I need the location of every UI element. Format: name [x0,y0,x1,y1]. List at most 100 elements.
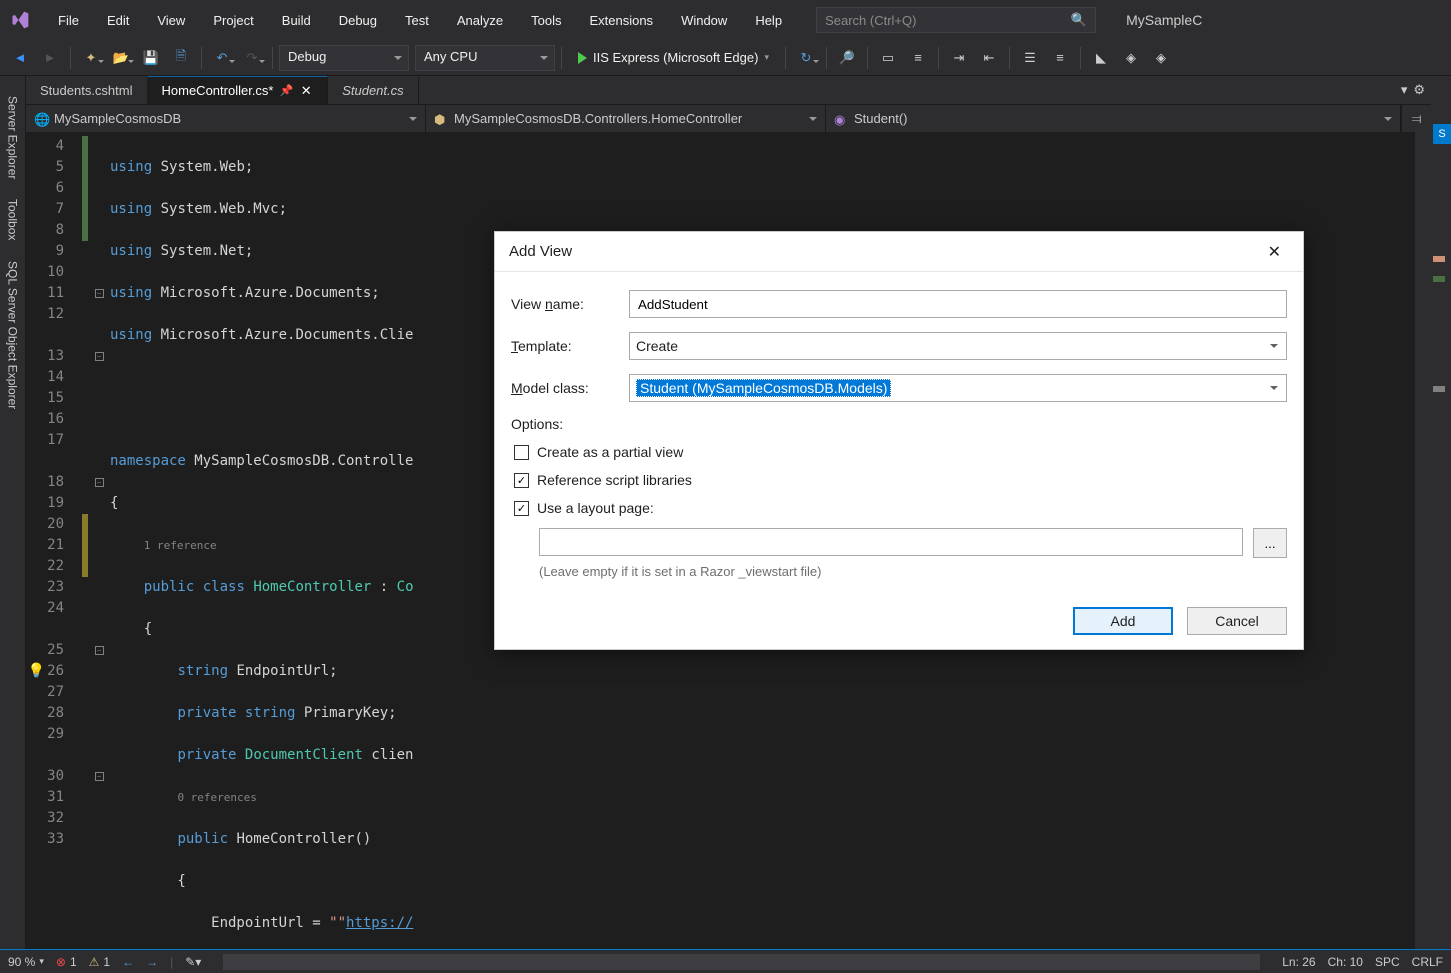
browse-button[interactable]: ... [1253,528,1287,558]
layout-page-input[interactable] [539,528,1243,556]
partial-view-checkbox[interactable] [514,445,529,460]
menu-analyze[interactable]: Analyze [443,5,517,36]
redo-button[interactable]: ↷ [238,44,266,72]
toolbar: ◄ ► ✦ 📂 💾 🗎 ↶ ↷ Debug Any CPU IIS Expres… [0,40,1451,76]
add-view-dialog: Add View ✕ View name: Template: Create M… [494,231,1304,650]
platform-select[interactable]: Any CPU [415,45,555,71]
tb-icon7[interactable]: ◈ [1117,44,1145,72]
close-icon[interactable]: ✕ [299,84,313,98]
browser-link-button[interactable]: ↻ [792,44,820,72]
project-icon: 🌐 [34,112,48,126]
tab-student-cs[interactable]: Student.cs [328,77,418,104]
split-icon[interactable]: ⫤ [1401,105,1431,132]
use-layout-label: Use a layout page: [537,500,654,516]
sidebar-toolbox[interactable]: Toolbox [2,189,24,250]
nav-fwd-button[interactable]: ► [36,44,64,72]
eol-indicator[interactable]: CRLF [1412,955,1443,969]
crumb-project[interactable]: 🌐 MySampleCosmosDB [26,105,426,132]
status-bar: 90 % ▾ ⊗1 ⚠1 ← → | ✎▾ Ln: 26 Ch: 10 SPC … [0,949,1451,973]
new-button[interactable]: ✦ [77,44,105,72]
titlebar: File Edit View Project Build Debug Test … [0,0,1451,40]
partial-view-label: Create as a partial view [537,444,683,460]
run-label: IIS Express (Microsoft Edge) [593,50,758,65]
gear-icon[interactable]: ⚙ [1413,82,1425,98]
menu-view[interactable]: View [143,5,199,36]
tb-icon5[interactable]: ☰ [1016,44,1044,72]
ref-scripts-checkbox[interactable]: ✓ [514,473,529,488]
search-icon: 🔍 [1071,12,1087,28]
nav-back-button[interactable]: ◄ [6,44,34,72]
tb-icon6[interactable]: ≡ [1046,44,1074,72]
sidebar-server-explorer[interactable]: Server Explorer [2,86,24,189]
undo-button[interactable]: ↶ [208,44,236,72]
save-all-button[interactable]: 🗎 [167,44,195,72]
tab-students-cshtml[interactable]: Students.cshtml [26,77,148,104]
use-layout-checkbox[interactable]: ✓ [514,501,529,516]
open-button[interactable]: 📂 [107,44,135,72]
zoom-level[interactable]: 90 % ▾ [8,955,44,969]
menu-build[interactable]: Build [268,5,325,36]
menu-extensions[interactable]: Extensions [575,5,667,36]
indent-indicator[interactable]: SPC [1375,955,1400,969]
run-button[interactable]: IIS Express (Microsoft Edge) ▾ [568,45,779,71]
menu-debug[interactable]: Debug [325,5,391,36]
method-icon: ◉ [834,112,848,126]
editor-tabs: Students.cshtml HomeController.cs* 📌 ✕ S… [26,76,1431,104]
model-class-select[interactable]: Student (MySampleCosmosDB.Models) [629,374,1287,402]
menu-tools[interactable]: Tools [517,5,575,36]
brush-icon[interactable]: ✎▾ [185,955,201,969]
chevron-down-icon[interactable]: ▾ [1401,82,1408,98]
crumb-class[interactable]: ⬢ MySampleCosmosDB.Controllers.HomeContr… [426,105,826,132]
sidebar-sql-explorer[interactable]: SQL Server Object Explorer [2,251,24,419]
tab-homecontroller[interactable]: HomeController.cs* 📌 ✕ [148,76,329,104]
scrollbar-horizontal[interactable] [223,954,1260,970]
menu-project[interactable]: Project [199,5,267,36]
lightbulb-icon[interactable]: 💡 [28,661,45,682]
scrollbar-vertical[interactable] [1415,132,1431,949]
error-count[interactable]: ⊗1 [56,955,77,969]
menu-help[interactable]: Help [741,5,796,36]
tb-icon3[interactable]: ⇥ [945,44,973,72]
find-button[interactable]: 🔎 [833,44,861,72]
quick-search-input[interactable]: Search (Ctrl+Q) 🔍 [816,7,1096,33]
dialog-close-button[interactable]: ✕ [1260,238,1289,266]
menu-window[interactable]: Window [667,5,741,36]
template-label: Template: [511,338,629,354]
fold-margin: − − − − − [88,132,110,949]
fold-icon[interactable]: − [95,646,104,655]
nav-back-status[interactable]: ← [122,955,134,969]
class-icon: ⬢ [434,112,448,126]
tb-icon2[interactable]: ≡ [904,44,932,72]
fold-icon[interactable]: − [95,772,104,781]
tb-icon8[interactable]: ◈ [1147,44,1175,72]
overview-ruler: S [1431,76,1451,949]
model-label: Model class: [511,380,629,396]
menu-edit[interactable]: Edit [93,5,143,36]
line-gutter: 45678910111213141516171819202122232425💡2… [26,132,82,949]
bookmark-icon[interactable]: ◣ [1087,44,1115,72]
config-select[interactable]: Debug [279,45,409,71]
fold-icon[interactable]: − [95,352,104,361]
nav-fwd-status[interactable]: → [146,955,158,969]
ref-scripts-label: Reference script libraries [537,472,692,488]
layout-hint: (Leave empty if it is set in a Razor _vi… [539,564,1287,579]
main-menu: File Edit View Project Build Debug Test … [44,5,796,36]
template-select[interactable]: Create [629,332,1287,360]
menu-file[interactable]: File [44,5,93,36]
save-button[interactable]: 💾 [137,44,165,72]
menu-test[interactable]: Test [391,5,443,36]
warning-count[interactable]: ⚠1 [89,955,110,969]
options-label: Options: [511,416,1287,432]
line-indicator[interactable]: Ln: 26 [1282,955,1315,969]
fold-icon[interactable]: − [95,289,104,298]
cancel-button[interactable]: Cancel [1187,607,1287,635]
view-name-input[interactable] [629,290,1287,318]
char-indicator[interactable]: Ch: 10 [1328,955,1363,969]
crumb-member[interactable]: ◉ Student() [826,105,1401,132]
pin-icon[interactable]: 📌 [280,84,294,97]
tb-icon4[interactable]: ⇤ [975,44,1003,72]
tb-icon1[interactable]: ▭ [874,44,902,72]
fold-icon[interactable]: − [95,478,104,487]
solution-explorer-tab[interactable]: S [1433,124,1451,144]
add-button[interactable]: Add [1073,607,1173,635]
